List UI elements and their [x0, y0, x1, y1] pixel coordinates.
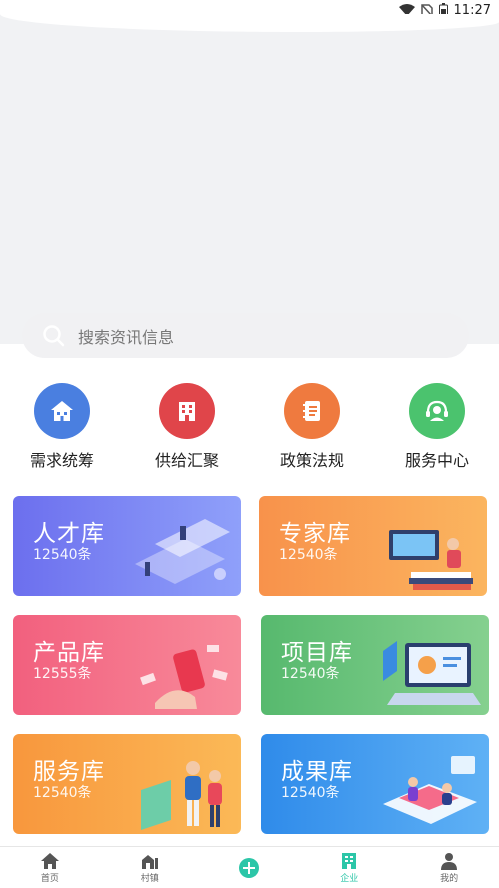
card-title: 专家库: [279, 521, 351, 547]
card-count: 12555条: [33, 666, 92, 682]
banner-top-curve: [0, 14, 499, 32]
tab-add[interactable]: [200, 847, 300, 888]
tab-label: 我的: [440, 873, 459, 884]
enterprise-icon: [342, 852, 357, 869]
card-project[interactable]: 项目库 12540条: [261, 615, 489, 715]
product-illustration: [140, 645, 228, 709]
headset-icon: [409, 383, 465, 439]
project-illustration: [383, 641, 481, 705]
bottom-tab-bar: 首页 村镇 企业 我的: [0, 846, 499, 888]
village-icon: [141, 854, 158, 869]
building-icon: [159, 383, 215, 439]
search-bar[interactable]: 搜索资讯信息: [22, 313, 469, 358]
card-count: 12540条: [281, 666, 340, 682]
card-title: 项目库: [281, 640, 353, 666]
card-count: 12540条: [33, 785, 92, 801]
plus-circle-icon: [239, 857, 260, 878]
home-icon: [40, 852, 59, 869]
user-icon: [441, 852, 458, 870]
banner[interactable]: [0, 14, 499, 344]
tab-label: 首页: [40, 873, 59, 884]
card-service[interactable]: 服务库 12540条: [13, 734, 241, 834]
card-count: 12540条: [281, 785, 340, 801]
talent-illustration: [135, 519, 230, 584]
service-illustration: [141, 761, 222, 830]
card-title: 人才库: [33, 521, 105, 547]
card-title: 服务库: [33, 759, 105, 785]
tab-enterprise[interactable]: 企业: [299, 847, 399, 888]
achievement-illustration: [383, 756, 477, 824]
quick-link-supply[interactable]: 供给汇聚: [137, 383, 237, 471]
tab-label: 村镇: [140, 873, 159, 884]
house-icon: [34, 383, 90, 439]
quick-link-label: 供给汇聚: [154, 451, 219, 470]
quick-link-label: 需求统筹: [29, 451, 94, 470]
quick-link-label: 政策法规: [279, 451, 344, 470]
notebook-icon: [284, 383, 340, 439]
expert-illustration: [389, 530, 473, 590]
quick-link-demand[interactable]: 需求统筹: [12, 383, 112, 471]
tab-home[interactable]: 首页: [0, 847, 100, 888]
card-title: 成果库: [281, 759, 353, 785]
search-icon: [43, 324, 65, 346]
quick-link-label: 服务中心: [404, 451, 469, 470]
quick-link-service[interactable]: 服务中心: [387, 383, 487, 471]
search-placeholder: 搜索资讯信息: [78, 327, 175, 347]
card-title: 产品库: [33, 640, 105, 666]
quick-link-policy[interactable]: 政策法规: [262, 383, 362, 471]
card-achievement[interactable]: 成果库 12540条: [261, 734, 489, 834]
card-count: 12540条: [279, 547, 338, 563]
tab-label: 企业: [340, 873, 359, 884]
card-expert[interactable]: 专家库 12540条: [259, 496, 487, 596]
card-product[interactable]: 产品库 12555条: [13, 615, 241, 715]
card-talent[interactable]: 人才库 12540条: [13, 496, 241, 596]
tab-village[interactable]: 村镇: [100, 847, 200, 888]
tab-mine[interactable]: 我的: [399, 847, 499, 888]
card-count: 12540条: [33, 547, 92, 563]
